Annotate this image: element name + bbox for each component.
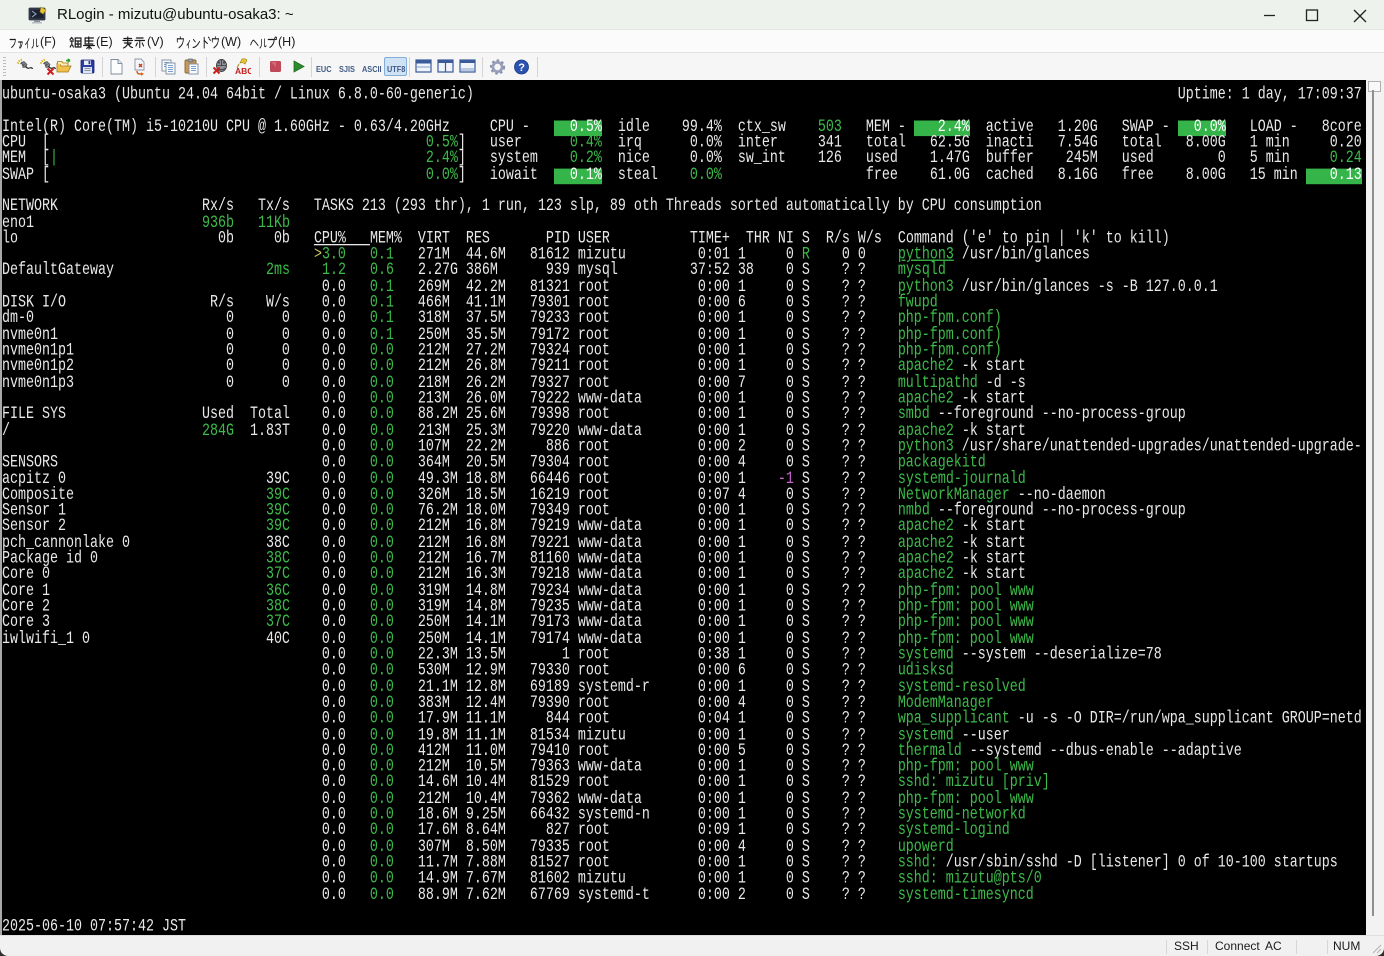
- svg-text:?: ?: [518, 62, 525, 74]
- svg-text:UTF8: UTF8: [387, 65, 406, 74]
- svg-text:EUC: EUC: [316, 65, 332, 74]
- svg-text:SJIS: SJIS: [339, 65, 355, 74]
- svg-text:ASCII: ASCII: [362, 65, 382, 74]
- svg-text:ABC: ABC: [235, 66, 251, 76]
